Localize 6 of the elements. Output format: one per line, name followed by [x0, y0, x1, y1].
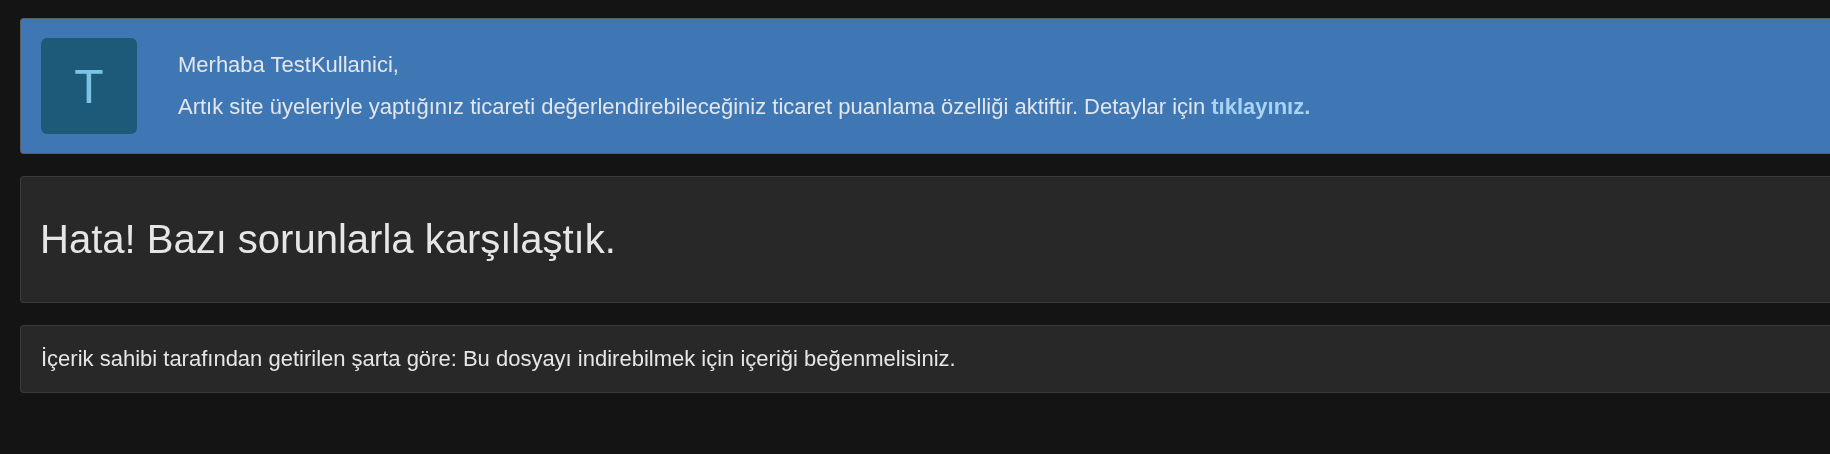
info-message: İçerik sahibi tarafından getirilen şarta göre: Bu dosyayı indirebilmek için içeriği beğenmelisiniz. [41, 346, 956, 372]
notice-message: Artık site üyeleriyle yaptığınız ticareti değerlendirebileceğiniz ticaret puanlama özelliği aktiftir. Detaylar için tıklayınız. [178, 93, 1311, 121]
greeting-text: Merhaba TestKullanici, [178, 51, 400, 79]
details-link[interactable]: tıklayınız. [1211, 94, 1311, 119]
avatar: T [41, 38, 137, 134]
error-heading: Hata! Bazı sorunlarla karşılaştık. [40, 217, 616, 262]
